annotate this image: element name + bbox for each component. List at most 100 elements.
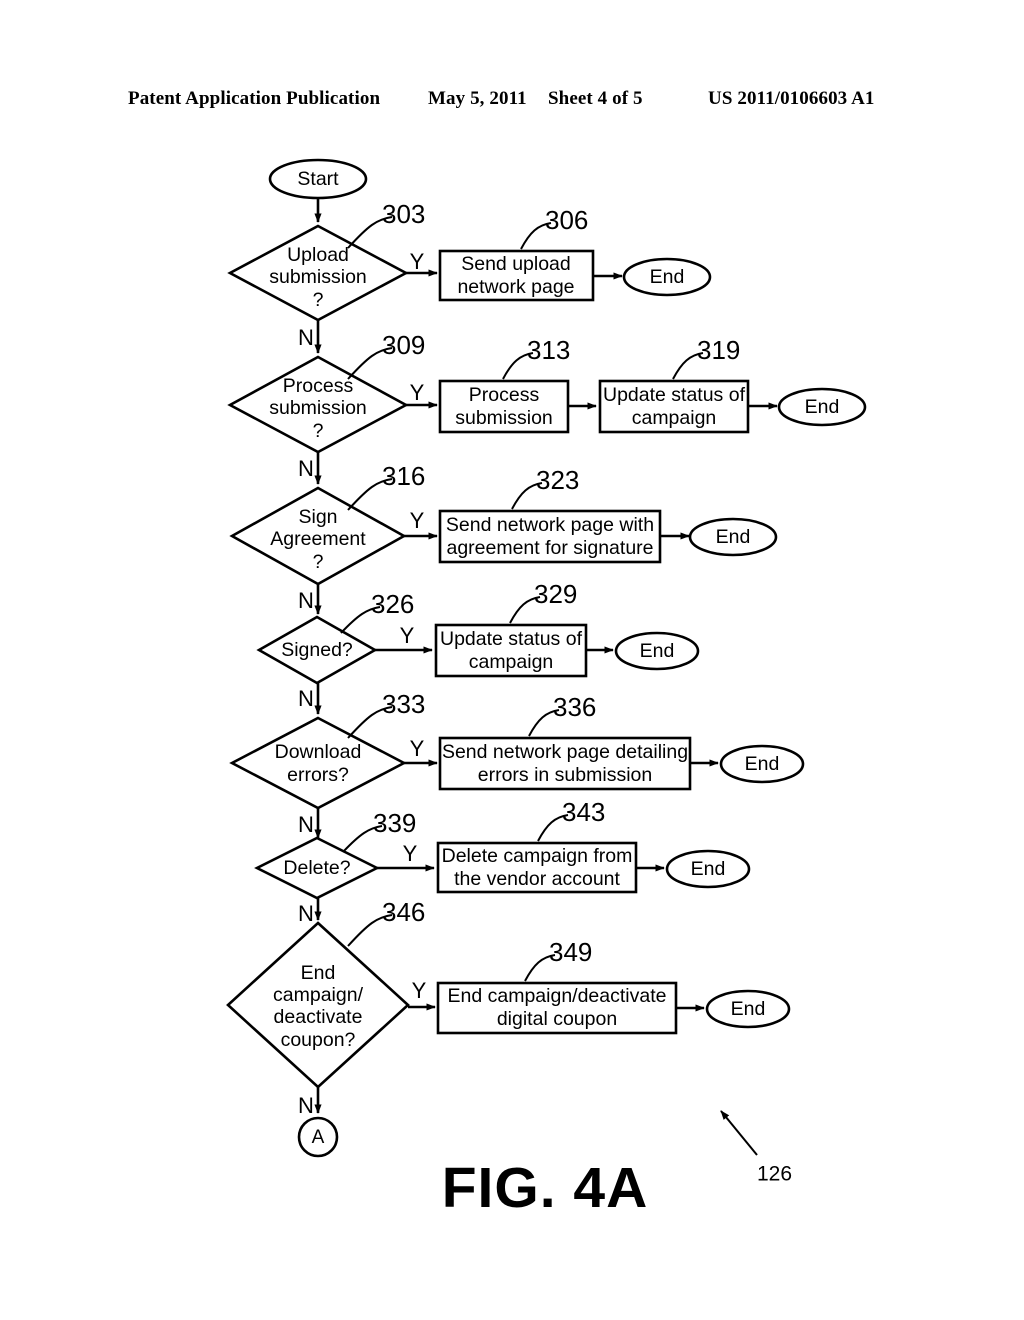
action-306-line-0: Send upload bbox=[461, 253, 571, 275]
ref-number-329: 329 bbox=[534, 579, 577, 609]
flowchart-diagram: Start Upload submission ? 303 Y N Send u… bbox=[226, 158, 867, 1220]
decision-333-line-1: errors? bbox=[287, 764, 349, 786]
decision-303-line-0: Upload bbox=[287, 244, 349, 266]
action-343-line-1: the vendor account bbox=[454, 868, 620, 890]
terminal-end-row4-label: End bbox=[640, 640, 675, 662]
header-publication: Patent Application Publication bbox=[128, 88, 381, 109]
decision-309-line-1: submission bbox=[269, 397, 367, 419]
branch-label-no-303: N bbox=[298, 325, 314, 350]
ref-number-346: 346 bbox=[382, 897, 425, 927]
decision-303: Upload submission ? bbox=[227, 224, 409, 322]
ref-number-323: 323 bbox=[536, 465, 579, 495]
ref-number-126: 126 bbox=[757, 1163, 792, 1186]
branch-label-yes-333: Y bbox=[410, 736, 425, 761]
branch-label-yes-309: Y bbox=[410, 380, 425, 405]
ref-number-339: 339 bbox=[373, 808, 416, 838]
decision-346-line-0: End bbox=[301, 962, 336, 984]
terminal-connector-a: A bbox=[297, 1116, 339, 1158]
branch-label-no-333: N bbox=[298, 812, 314, 837]
ref-number-326: 326 bbox=[371, 589, 414, 619]
action-349-line-0: End campaign/deactivate bbox=[448, 985, 667, 1007]
decision-316: Sign Agreement ? bbox=[229, 486, 407, 586]
action-306: Send upload network page bbox=[438, 249, 595, 302]
branch-label-no-309: N bbox=[298, 456, 314, 481]
branch-label-yes-339: Y bbox=[403, 841, 418, 866]
ref-number-303: 303 bbox=[382, 199, 425, 229]
action-319-line-0: Update status of bbox=[603, 384, 746, 406]
decision-316-line-2: ? bbox=[313, 551, 324, 573]
action-329: Update status of campaign bbox=[434, 623, 588, 678]
leader-line-126 bbox=[720, 1110, 758, 1156]
ref-number-319: 319 bbox=[697, 335, 740, 365]
decision-346: End campaign/ deactivate coupon? bbox=[226, 921, 410, 1089]
terminal-end-row1: End bbox=[622, 257, 712, 297]
terminal-end-row5: End bbox=[719, 744, 805, 784]
decision-339-line-0: Delete? bbox=[283, 857, 350, 879]
terminal-end-row7-label: End bbox=[731, 998, 766, 1020]
ref-number-333: 333 bbox=[382, 689, 425, 719]
header-patent-number: US 2011/0106603 A1 bbox=[708, 88, 875, 109]
decision-303-line-2: ? bbox=[313, 289, 324, 311]
decision-326: Signed? bbox=[256, 615, 378, 685]
action-306-line-1: network page bbox=[457, 276, 574, 298]
action-349: End campaign/deactivate digital coupon bbox=[436, 981, 678, 1035]
action-319: Update status of campaign bbox=[598, 379, 750, 434]
terminal-end-row6-label: End bbox=[691, 858, 726, 880]
terminal-start: Start bbox=[268, 158, 368, 200]
branch-label-yes-303: Y bbox=[410, 249, 425, 274]
decision-346-line-2: deactivate bbox=[274, 1006, 363, 1028]
action-323: Send network page with agreement for sig… bbox=[438, 509, 662, 564]
ref-number-306: 306 bbox=[545, 205, 588, 235]
action-329-line-0: Update status of bbox=[440, 628, 583, 650]
branch-label-no-346: N bbox=[298, 1093, 314, 1118]
branch-label-yes-316: Y bbox=[410, 508, 425, 533]
ref-number-309: 309 bbox=[382, 330, 425, 360]
decision-333: Download errors? bbox=[229, 716, 407, 810]
ref-number-343: 343 bbox=[562, 797, 605, 827]
decision-309: Process submission ? bbox=[227, 355, 409, 454]
branch-label-no-316: N bbox=[298, 588, 314, 613]
terminal-end-row7: End bbox=[705, 989, 791, 1029]
terminal-end-row5-label: End bbox=[745, 753, 780, 775]
branch-label-yes-346: Y bbox=[412, 978, 427, 1003]
figure-caption: FIG. 4A bbox=[442, 1156, 649, 1220]
action-343-line-0: Delete campaign from bbox=[442, 845, 633, 867]
action-349-line-1: digital coupon bbox=[497, 1008, 617, 1030]
action-336-line-0: Send network page detailing bbox=[442, 741, 688, 763]
patent-figure-page: Patent Application Publication May 5, 20… bbox=[0, 0, 1024, 1320]
decision-333-line-0: Download bbox=[275, 741, 362, 763]
decision-346-line-1: campaign/ bbox=[273, 984, 364, 1006]
branch-label-no-326: N bbox=[298, 686, 314, 711]
terminal-end-row2-label: End bbox=[805, 396, 840, 418]
header-sheet: Sheet 4 of 5 bbox=[548, 88, 643, 109]
decision-316-line-1: Agreement bbox=[270, 528, 366, 550]
action-336-line-1: errors in submission bbox=[478, 764, 652, 786]
terminal-start-label: Start bbox=[297, 168, 339, 190]
ref-number-313: 313 bbox=[527, 335, 570, 365]
action-343: Delete campaign from the vendor account bbox=[436, 841, 638, 894]
ref-number-316: 316 bbox=[382, 461, 425, 491]
action-313-line-0: Process bbox=[469, 384, 540, 406]
branch-label-yes-326: Y bbox=[400, 623, 415, 648]
terminal-end-row1-label: End bbox=[650, 266, 685, 288]
action-313-line-1: submission bbox=[455, 407, 553, 429]
decision-316-line-0: Sign bbox=[298, 506, 337, 528]
header-date: May 5, 2011 bbox=[428, 88, 527, 109]
action-313: Process submission bbox=[438, 379, 570, 434]
action-336: Send network page detailing errors in su… bbox=[438, 736, 692, 791]
terminal-end-row6: End bbox=[665, 849, 751, 889]
terminal-end-row2: End bbox=[777, 387, 867, 427]
ref-number-336: 336 bbox=[553, 692, 596, 722]
terminal-end-row3-label: End bbox=[716, 526, 751, 548]
branch-label-no-339: N bbox=[298, 901, 314, 926]
terminal-end-row4: End bbox=[614, 631, 700, 671]
decision-326-line-0: Signed? bbox=[281, 639, 353, 661]
decision-339: Delete? bbox=[254, 836, 380, 900]
terminal-connector-a-label: A bbox=[312, 1127, 325, 1148]
terminal-end-row3: End bbox=[688, 517, 778, 557]
decision-346-line-3: coupon? bbox=[281, 1029, 356, 1051]
action-319-line-1: campaign bbox=[632, 407, 717, 429]
ref-number-349: 349 bbox=[549, 937, 592, 967]
action-323-line-0: Send network page with bbox=[446, 514, 654, 536]
decision-309-line-2: ? bbox=[313, 420, 324, 442]
